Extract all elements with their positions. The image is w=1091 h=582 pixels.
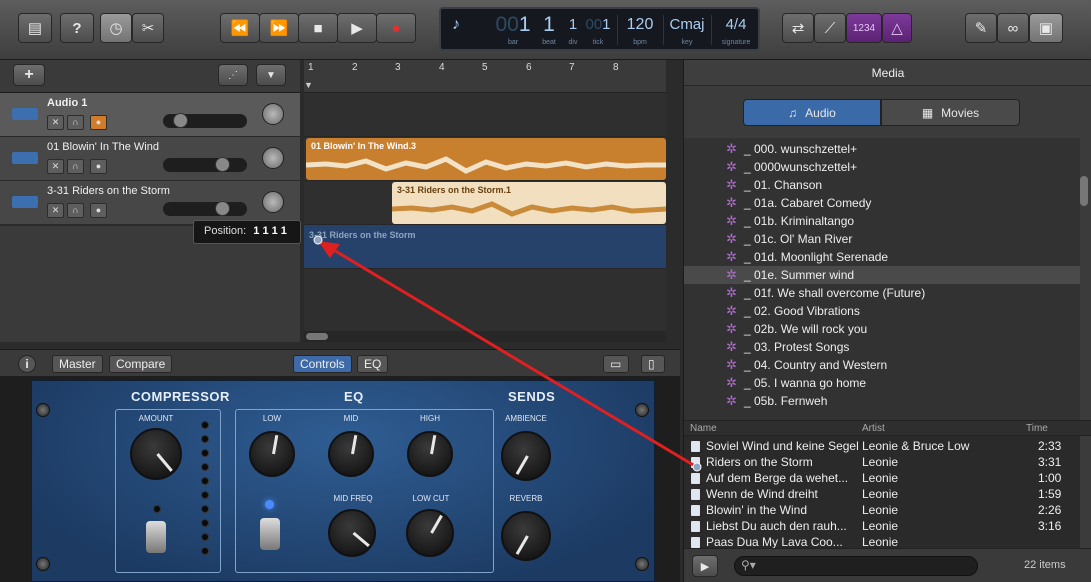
arrow-head xyxy=(318,241,340,258)
drag-source-dot xyxy=(692,462,702,472)
arrow-line xyxy=(331,247,696,468)
drag-cursor-dot xyxy=(313,235,323,245)
annotation-arrow xyxy=(313,235,702,472)
